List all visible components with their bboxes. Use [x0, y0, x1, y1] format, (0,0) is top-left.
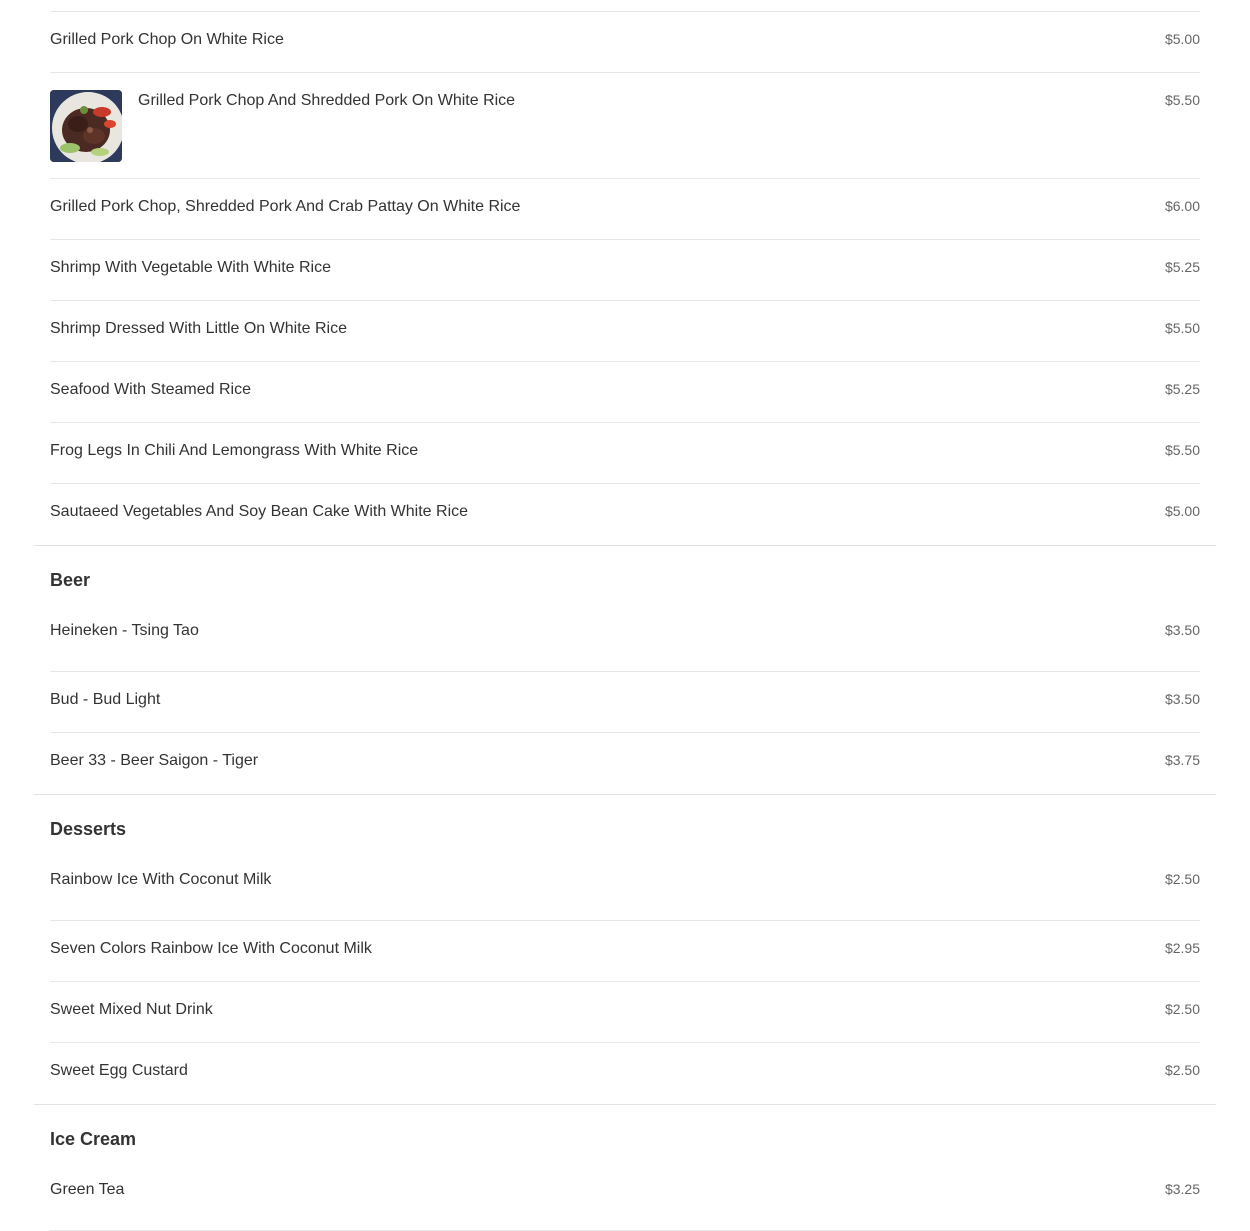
menu-item-name: Sweet Mixed Nut Drink [50, 1001, 213, 1018]
menu-item[interactable]: Grilled Pork Chop On White Rice $5.00 [50, 12, 1200, 73]
menu-item-price: $6.00 [1164, 198, 1200, 214]
menu-item[interactable]: Sweet Egg Custard $2.50 [50, 1043, 1200, 1104]
menu-item-name: Grilled Pork Chop On White Rice [50, 31, 284, 48]
menu-item[interactable]: Frog Legs In Chili And Lemongrass With W… [50, 423, 1200, 484]
menu-item-name: Bud - Bud Light [50, 691, 161, 708]
menu-item-name: Sautaeed Vegetables And Soy Bean Cake Wi… [50, 503, 469, 520]
menu-item-price: $2.50 [1164, 871, 1200, 887]
menu-item-name: Grilled Pork Chop And Shredded Pork On W… [138, 92, 516, 109]
menu-item-price: $3.50 [1164, 622, 1200, 638]
menu-item-price: $2.95 [1164, 940, 1200, 956]
menu-item-price: $5.50 [1164, 92, 1200, 108]
food-photo-icon [50, 90, 122, 162]
menu-list: Grilled Pork Chop On White Rice $5.00 Gr… [0, 0, 1250, 1231]
menu-item[interactable]: Shrimp With Vegetable With White Rice $5… [50, 240, 1200, 301]
menu-item-name: Beer 33 - Beer Saigon - Tiger [50, 752, 259, 769]
menu-item-name: Seafood With Steamed Rice [50, 381, 251, 398]
menu-item-price: $5.50 [1164, 320, 1200, 336]
section-title: Desserts [50, 819, 127, 839]
menu-item[interactable]: Sweet Mixed Nut Drink $2.50 [50, 982, 1200, 1043]
menu-item-price: $2.50 [1164, 1001, 1200, 1017]
menu-item[interactable]: Sautaeed Vegetables And Soy Bean Cake Wi… [50, 484, 1200, 545]
menu-item-name: Seven Colors Rainbow Ice With Coconut Mi… [50, 940, 372, 957]
menu-item[interactable]: Bud - Bud Light $3.50 [50, 672, 1200, 733]
menu-section-ice-cream: Ice Cream Green Tea $3.25 [34, 1105, 1216, 1231]
menu-section-rice-dishes: Grilled Pork Chop On White Rice $5.00 Gr… [34, 12, 1216, 546]
menu-item[interactable]: Heineken - Tsing Tao $3.50 [50, 611, 1200, 672]
menu-item-name: Rainbow Ice With Coconut Milk [50, 871, 272, 888]
menu-item-price: $2.50 [1164, 1062, 1200, 1078]
menu-item-name: Grilled Pork Chop, Shredded Pork And Cra… [50, 198, 521, 215]
menu-item[interactable]: Rainbow Ice With Coconut Milk $2.50 [50, 860, 1200, 921]
menu-item-price: $5.00 [1164, 503, 1200, 519]
menu-item[interactable]: Grilled Pork Chop, Shredded Pork And Cra… [50, 179, 1200, 240]
menu-item[interactable]: Grilled Pork Chop And Shredded Pork On W… [50, 73, 1200, 179]
menu-item-photo[interactable] [50, 90, 122, 162]
menu-item[interactable]: Green Tea $3.25 [50, 1170, 1200, 1231]
menu-item[interactable]: Beer 33 - Beer Saigon - Tiger $3.75 [50, 733, 1200, 794]
menu-item-name: Sweet Egg Custard [50, 1062, 188, 1079]
list-divider [50, 0, 1200, 12]
menu-item[interactable]: Seven Colors Rainbow Ice With Coconut Mi… [50, 921, 1200, 982]
menu-item-price: $5.00 [1164, 31, 1200, 47]
menu-item-price: $3.50 [1164, 691, 1200, 707]
menu-item-name: Heineken - Tsing Tao [50, 622, 199, 639]
menu-item-name: Green Tea [50, 1181, 125, 1198]
menu-item-name: Shrimp Dressed With Little On White Rice [50, 320, 347, 337]
menu-section-beer: Beer Heineken - Tsing Tao $3.50 Bud - Bu… [34, 546, 1216, 795]
menu-item-price: $3.25 [1164, 1181, 1200, 1197]
section-title: Ice Cream [50, 1129, 137, 1149]
menu-item[interactable]: Shrimp Dressed With Little On White Rice… [50, 301, 1200, 362]
menu-item-price: $5.25 [1164, 259, 1200, 275]
menu-item-price: $5.25 [1164, 381, 1200, 397]
section-title: Beer [50, 570, 91, 590]
menu-item-name: Shrimp With Vegetable With White Rice [50, 259, 331, 276]
menu-item-price: $3.75 [1164, 752, 1200, 768]
menu-item-price: $5.50 [1164, 442, 1200, 458]
menu-item-name: Frog Legs In Chili And Lemongrass With W… [50, 442, 419, 459]
menu-item[interactable]: Seafood With Steamed Rice $5.25 [50, 362, 1200, 423]
menu-section-desserts: Desserts Rainbow Ice With Coconut Milk $… [34, 795, 1216, 1105]
